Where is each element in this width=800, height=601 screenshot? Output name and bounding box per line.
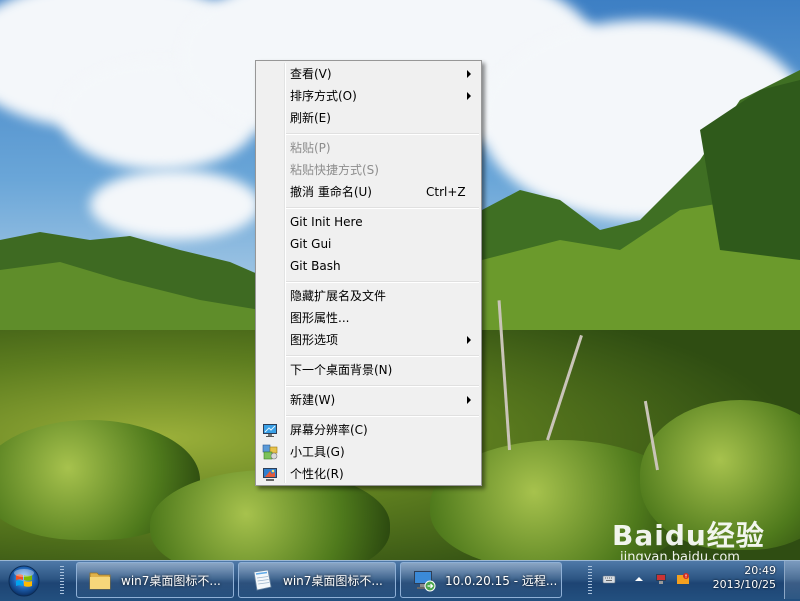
- menu-item-hide-extensions[interactable]: 隐藏扩展名及文件: [258, 285, 479, 307]
- clock-time: 20:49: [744, 564, 776, 577]
- menu-item-label: Git Init Here: [290, 215, 363, 229]
- menu-item-label: 刷新(E): [290, 111, 331, 125]
- taskbar-button-label: win7桌面图标不...: [283, 574, 383, 588]
- show-desktop-button[interactable]: [784, 561, 800, 599]
- show-hidden-icons-arrow-icon[interactable]: [632, 572, 646, 586]
- menu-item-gadgets[interactable]: 小工具(G): [258, 441, 479, 463]
- screen-resolution-icon: [263, 424, 277, 437]
- personalize-icon: [263, 468, 277, 481]
- taskbar-grip[interactable]: [588, 566, 592, 596]
- menu-item-label: 屏幕分辨率(C): [290, 423, 368, 437]
- menu-item-git-bash[interactable]: Git Bash: [258, 255, 479, 277]
- menu-item-graphics-options[interactable]: 图形选项: [258, 329, 479, 351]
- taskbar-button-notepad[interactable]: win7桌面图标不...: [238, 562, 396, 598]
- remote-desktop-icon: [414, 571, 436, 592]
- taskbar-button-remote-desktop[interactable]: 10.0.20.15 - 远程...: [400, 562, 562, 598]
- menu-item-label: 新建(W): [290, 393, 336, 407]
- menu-item-label: Git Bash: [290, 259, 341, 273]
- menu-item-label: 粘贴(P): [290, 141, 331, 155]
- menu-separator: [286, 207, 479, 209]
- menu-item-screen-resolution[interactable]: 屏幕分辨率(C): [258, 419, 479, 441]
- menu-separator: [286, 281, 479, 283]
- menu-item-label: 粘贴快捷方式(S): [290, 163, 379, 177]
- notification-area: 20:49 2013/10/25: [596, 562, 776, 598]
- menu-item-sort-by[interactable]: 排序方式(O): [258, 85, 479, 107]
- taskbar-grip[interactable]: [60, 566, 64, 596]
- taskbar-clock[interactable]: 20:49 2013/10/25: [713, 564, 776, 592]
- menu-separator: [286, 385, 479, 387]
- menu-item-view[interactable]: 查看(V): [258, 63, 479, 85]
- baidu-watermark: Baidu经验 jingyan.baidu.com: [612, 514, 765, 565]
- menu-item-label: 排序方式(O): [290, 89, 357, 103]
- taskbar-button-label: win7桌面图标不...: [121, 574, 221, 588]
- menu-item-label: 查看(V): [290, 67, 332, 81]
- desktop-context-menu: 查看(V) 排序方式(O) 刷新(E) 粘贴(P) 粘贴快捷方式(S) 撤消 重…: [255, 60, 482, 486]
- clock-date: 2013/10/25: [712, 578, 776, 591]
- taskbar-button-label: 10.0.20.15 - 远程...: [445, 574, 558, 588]
- submenu-arrow-icon: [467, 70, 471, 78]
- folder-icon: [89, 572, 111, 590]
- menu-separator: [286, 133, 479, 135]
- menu-item-next-desktop-background[interactable]: 下一个桌面背景(N): [258, 359, 479, 381]
- submenu-arrow-icon: [467, 396, 471, 404]
- menu-item-label: 个性化(R): [290, 467, 344, 481]
- menu-item-paste-shortcut[interactable]: 粘贴快捷方式(S): [258, 159, 479, 181]
- menu-item-git-init-here[interactable]: Git Init Here: [258, 211, 479, 233]
- menu-item-new[interactable]: 新建(W): [258, 389, 479, 411]
- keyboard-icon[interactable]: [602, 572, 616, 586]
- menu-item-paste[interactable]: 粘贴(P): [258, 137, 479, 159]
- security-alert-icon[interactable]: [676, 572, 690, 586]
- menu-item-label: Git Gui: [290, 237, 332, 251]
- taskbar-button-explorer[interactable]: win7桌面图标不...: [76, 562, 234, 598]
- menu-separator: [286, 415, 479, 417]
- menu-item-label: 小工具(G): [290, 445, 345, 459]
- menu-item-label: 隐藏扩展名及文件: [290, 289, 387, 303]
- network-icon[interactable]: [654, 572, 668, 586]
- menu-item-personalize[interactable]: 个性化(R): [258, 463, 479, 485]
- menu-item-label: 图形选项: [290, 333, 339, 347]
- menu-item-label: 撤消 重命名(U): [290, 185, 372, 199]
- menu-item-refresh[interactable]: 刷新(E): [258, 107, 479, 129]
- menu-item-label: 图形属性...: [290, 311, 350, 325]
- menu-item-git-gui[interactable]: Git Gui: [258, 233, 479, 255]
- menu-separator: [286, 355, 479, 357]
- menu-item-graphics-properties[interactable]: 图形属性...: [258, 307, 479, 329]
- submenu-arrow-icon: [467, 336, 471, 344]
- watermark-logo-text: Baidu经验: [612, 519, 765, 552]
- notepad-icon: [253, 569, 272, 591]
- gadgets-icon: [262, 444, 278, 460]
- start-button[interactable]: [4, 564, 44, 598]
- menu-item-shortcut: Ctrl+Z: [426, 185, 466, 199]
- menu-item-undo-rename[interactable]: 撤消 重命名(U) Ctrl+Z: [258, 181, 479, 203]
- menu-item-label: 下一个桌面背景(N): [290, 363, 393, 377]
- submenu-arrow-icon: [467, 92, 471, 100]
